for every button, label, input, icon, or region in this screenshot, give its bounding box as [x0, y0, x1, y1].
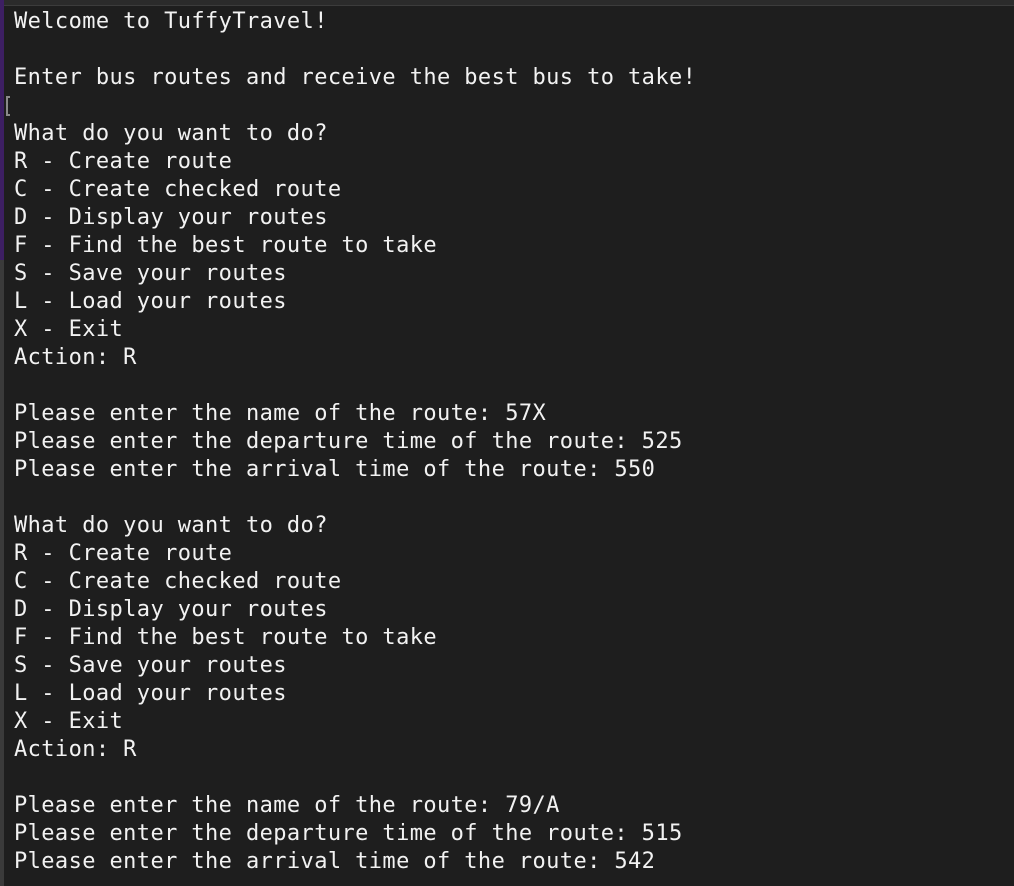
menu-option-exit: X - Exit [14, 709, 124, 734]
menu-option-exit: X - Exit [14, 317, 124, 342]
arrival-time-prompt: Please enter the arrival time of the rou… [14, 457, 656, 482]
terminal-output[interactable]: Welcome to TuffyTravel! Enter bus routes… [14, 8, 1004, 876]
menu-option-create-route: R - Create route [14, 541, 233, 566]
window-left-border [0, 0, 4, 886]
selection-bracket-icon [6, 96, 10, 116]
route-name-prompt: Please enter the name of the route: 57X [14, 401, 547, 426]
arrival-time-prompt: Please enter the arrival time of the rou… [14, 849, 656, 874]
menu-option-display-routes: D - Display your routes [14, 205, 328, 230]
menu-option-save-routes: S - Save your routes [14, 653, 287, 678]
menu-option-load-routes: L - Load your routes [14, 289, 287, 314]
intro-line: Enter bus routes and receive the best bu… [14, 65, 697, 90]
menu-option-create-checked-route: C - Create checked route [14, 569, 342, 594]
menu-option-find-best-route: F - Find the best route to take [14, 233, 437, 258]
action-input-line: Action: R [14, 345, 137, 370]
departure-time-prompt: Please enter the departure time of the r… [14, 821, 683, 846]
window-top-border [0, 0, 1014, 6]
menu-option-create-checked-route: C - Create checked route [14, 177, 342, 202]
menu-option-load-routes: L - Load your routes [14, 681, 287, 706]
menu-prompt: What do you want to do? [14, 513, 328, 538]
action-input-line: Action: R [14, 737, 137, 762]
left-accent-strip [0, 0, 4, 260]
terminal-window[interactable]: Welcome to TuffyTravel! Enter bus routes… [0, 0, 1014, 886]
route-name-prompt: Please enter the name of the route: 79/A [14, 793, 560, 818]
menu-prompt: What do you want to do? [14, 121, 328, 146]
menu-option-save-routes: S - Save your routes [14, 261, 287, 286]
departure-time-prompt: Please enter the departure time of the r… [14, 429, 683, 454]
menu-option-display-routes: D - Display your routes [14, 597, 328, 622]
menu-option-find-best-route: F - Find the best route to take [14, 625, 437, 650]
welcome-line: Welcome to TuffyTravel! [14, 9, 328, 34]
menu-option-create-route: R - Create route [14, 149, 233, 174]
